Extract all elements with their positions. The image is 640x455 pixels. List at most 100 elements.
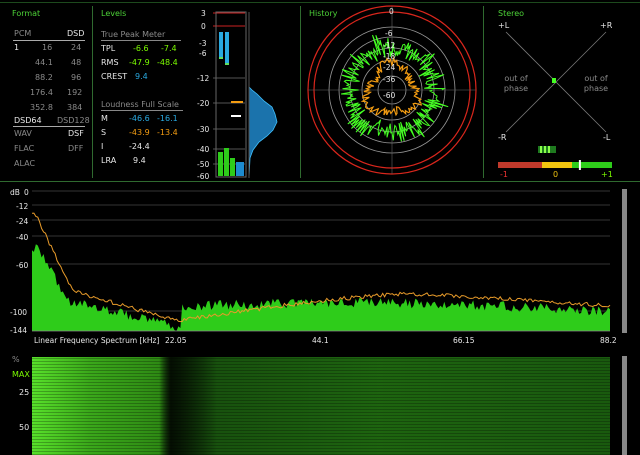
format-wav: WAV xyxy=(14,129,32,138)
goniometer-dot xyxy=(552,78,556,83)
corr-min-label: -1 xyxy=(500,170,508,179)
format-underline xyxy=(13,40,85,41)
format-flac: FLAC xyxy=(14,144,35,153)
tpm-underline xyxy=(101,40,181,41)
spectrum-y-minus12: -12 xyxy=(16,202,28,211)
scale-minus30: -30 xyxy=(197,125,209,134)
tp-left-bar xyxy=(219,32,223,58)
spectrum-x-22: 22.05 xyxy=(165,336,187,345)
format-rate-352: 352.8 xyxy=(30,103,53,112)
format-dff: DFF xyxy=(68,144,84,153)
format-alac: ALAC xyxy=(14,159,36,168)
format-rate-88: 88.2 xyxy=(35,73,53,82)
scale-0: 0 xyxy=(201,22,206,31)
loudness-full-scale-title: Loudness Full Scale xyxy=(101,100,179,109)
history-label-0: 0 xyxy=(389,7,394,16)
spectrogram-unit: % xyxy=(12,355,20,364)
spectrum-panel: dB 0 -12 -24 -40 -60 -100 -144 22.05 44.… xyxy=(0,183,640,348)
history-label-minus24: -24 xyxy=(383,63,395,72)
format-underline-2 xyxy=(13,126,85,127)
history-label-minus60: -60 xyxy=(383,91,395,100)
s-value-a: -43.9 xyxy=(129,128,150,137)
spectrum-y-0: 0 xyxy=(24,188,29,197)
lra-label: LRA xyxy=(101,156,117,165)
spectrum-x-44: 44.1 xyxy=(312,336,329,345)
scale-minus20: -20 xyxy=(197,99,209,108)
top-divider xyxy=(0,181,640,182)
levels-title: Levels xyxy=(101,9,127,18)
s-value-b: -13.4 xyxy=(157,128,178,137)
history-label-minus18: -18 xyxy=(383,52,395,61)
spectrogram-scrollbar[interactable] xyxy=(622,356,627,455)
scale-minus60: -60 xyxy=(197,172,209,180)
m-label: M xyxy=(101,114,108,123)
scale-3: 3 xyxy=(201,9,206,18)
format-rate-176: 176.4 xyxy=(30,88,53,97)
spectrum-chart: dB 0 -12 -24 -40 -60 -100 -144 22.05 44.… xyxy=(10,188,627,345)
correlation-indicator xyxy=(578,160,581,170)
rms-right: -48.4 xyxy=(157,58,178,67)
scale-minus6: -6 xyxy=(199,49,207,58)
dsd-label: DSD xyxy=(67,29,85,38)
spectrum-y-minus24: -24 xyxy=(16,217,28,226)
level-meters: 3 0 -3 -6 -12 -20 -30 -40 -50 -60 xyxy=(197,9,278,180)
goniometer xyxy=(498,31,612,170)
format-rate-44: 44.1 xyxy=(35,58,53,67)
scale-minus40: -40 xyxy=(197,145,209,154)
loudness-histogram xyxy=(248,86,278,179)
history-panel: History 0 -6 -12 -18 -24 -36 -60 xyxy=(301,0,483,180)
lufs-block-blue xyxy=(236,162,244,176)
lufs-block xyxy=(230,158,235,176)
spectrum-y-minus40: -40 xyxy=(16,233,28,242)
history-label-minus36: -36 xyxy=(383,75,395,84)
crest-value: 9.4 xyxy=(135,72,148,81)
stereo-panel: Stereo +L +R -R -L out of phase out of p… xyxy=(484,0,640,180)
tp-right-bar xyxy=(225,32,229,64)
rms-right-bar xyxy=(224,148,229,176)
rms-left-bar xyxy=(218,152,223,176)
spectrum-y-minus100: -100 xyxy=(10,308,27,317)
spectrogram-25-label: 25 xyxy=(19,388,30,397)
format-bit-16: 16 xyxy=(42,43,53,52)
lfs-underline xyxy=(101,110,183,111)
true-peak-meter-title: True Peak Meter xyxy=(101,30,166,39)
corr-max-label: +1 xyxy=(601,170,613,179)
crest-label: CREST xyxy=(101,72,128,81)
spectrum-x-66: 66.15 xyxy=(453,336,475,345)
tpl-left: -6.6 xyxy=(133,44,149,53)
levels-panel: Levels True Peak Meter TPL -6.6 -7.4 RMS… xyxy=(93,0,300,180)
spectrum-y-minus60: -60 xyxy=(16,261,28,270)
history-label-minus6: -6 xyxy=(385,29,393,38)
spectrum-unit: dB xyxy=(10,188,20,197)
spectrogram-max-label: MAX xyxy=(12,370,30,379)
format-rate-96: 96 xyxy=(71,73,82,82)
rms-left: -47.9 xyxy=(129,58,150,67)
history-radar: 0 -6 -12 -18 -24 -36 -60 xyxy=(307,5,477,175)
format-dsd64: DSD64 xyxy=(14,116,42,125)
spectrogram-panel: % MAX 25 50 xyxy=(0,350,640,455)
format-rate-384: 384 xyxy=(67,103,83,112)
i-value: -24.4 xyxy=(129,142,150,151)
corr-mid-label: 0 xyxy=(553,170,559,179)
spectrum-y-minus144: -144 xyxy=(10,326,27,335)
format-rate-192: 192 xyxy=(67,88,83,97)
m-value-a: -46.6 xyxy=(129,114,150,123)
spectrogram-50-label: 50 xyxy=(19,423,30,432)
lra-value: 9.4 xyxy=(133,156,146,165)
format-dsd128: DSD128 xyxy=(57,116,90,125)
spectrum-fill xyxy=(32,244,610,331)
tpl-right: -7.4 xyxy=(161,44,177,53)
spectrum-x-88: 88.2 xyxy=(600,336,617,345)
correlation-meter xyxy=(498,146,612,170)
rms-label: RMS xyxy=(101,58,119,67)
tpl-label: TPL xyxy=(101,44,116,53)
i-label: I xyxy=(101,142,104,151)
format-dsf: DSF xyxy=(68,129,84,138)
format-bit-24: 24 xyxy=(71,43,82,52)
format-panel: Format PCM DSD 1 16 24 44.1 48 88.2 96 1… xyxy=(0,0,92,180)
spectrum-scrollbar[interactable] xyxy=(622,189,627,333)
format-title: Format xyxy=(12,9,41,18)
scale-minus3: -3 xyxy=(199,39,207,48)
pcm-label: PCM xyxy=(14,29,32,38)
scale-minus50: -50 xyxy=(197,160,209,169)
